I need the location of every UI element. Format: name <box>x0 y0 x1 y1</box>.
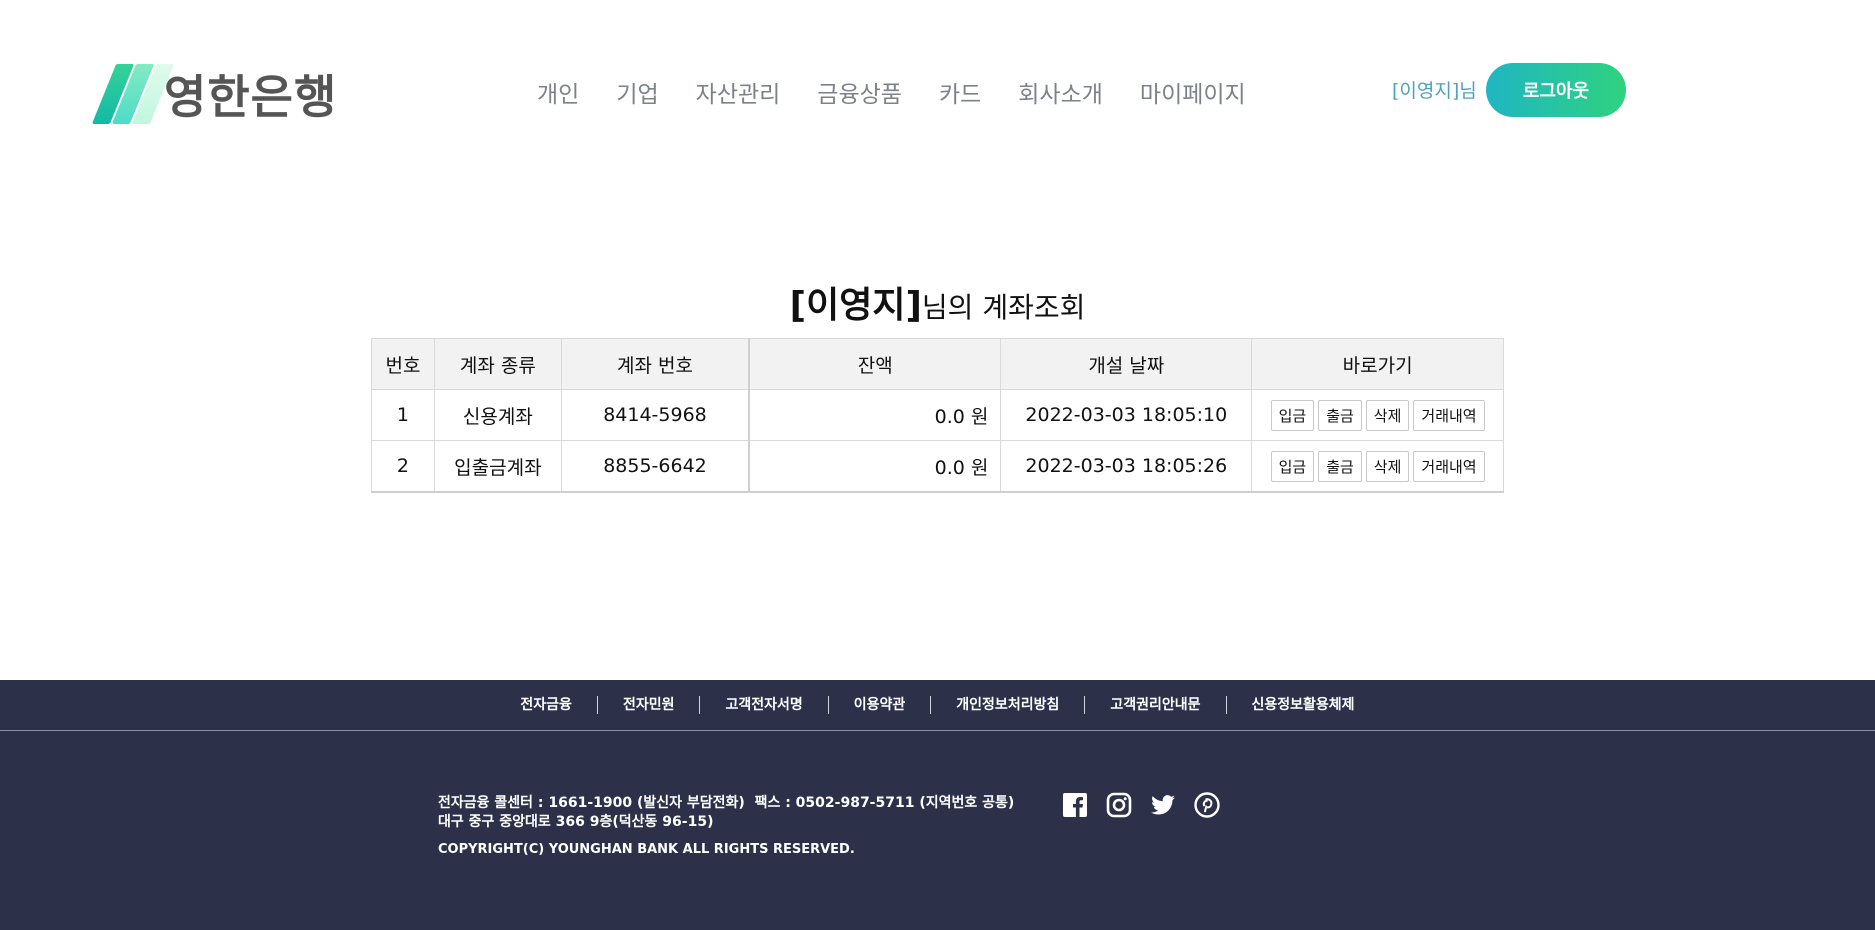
footer-links: 전자금융 전자민원 고객전자서명 이용약관 개인정보처리방침 고객권리안내문 신… <box>0 680 1875 731</box>
footer-link-e-signature[interactable]: 고객전자서명 <box>700 696 827 714</box>
deposit-button[interactable]: 입금 <box>1270 450 1315 482</box>
header-shortcuts: 바로가기 <box>1251 338 1504 390</box>
row-balance: 0.0 원 <box>748 389 1002 441</box>
deposit-button[interactable]: 입금 <box>1270 399 1315 431</box>
row-open-date: 2022-03-03 18:05:26 <box>1000 440 1253 493</box>
row-account-number: 8414-5968 <box>560 389 750 441</box>
footer: 전자금융 전자민원 고객전자서명 이용약관 개인정보처리방침 고객권리안내문 신… <box>0 680 1875 930</box>
pinterest-icon[interactable] <box>1194 792 1220 818</box>
footer-link-complaints[interactable]: 전자민원 <box>598 696 700 714</box>
withdraw-button[interactable]: 출금 <box>1318 399 1362 431</box>
nav-item-asset-management[interactable]: 자산관리 <box>696 80 781 110</box>
footer-info: 전자금융 콜센터 : 1661-1900 (발신자 부담전화) 팩스 : 050… <box>438 794 1014 859</box>
table-row: 2 입출금계좌 8855-6642 0.0 원 2022-03-03 18:05… <box>371 440 1504 493</box>
withdraw-button[interactable]: 출금 <box>1318 450 1362 482</box>
bank-logo[interactable]: 영한은행 <box>90 62 337 126</box>
row-no: 2 <box>371 440 435 493</box>
nav-item-business[interactable]: 기업 <box>616 80 658 110</box>
row-account-number: 8855-6642 <box>560 440 750 493</box>
footer-contact-line: 전자금융 콜센터 : 1661-1900 (발신자 부담전화) 팩스 : 050… <box>438 794 1014 813</box>
row-open-date: 2022-03-03 18:05:10 <box>1000 389 1253 441</box>
row-actions: 입금 출금 삭제 거래내역 <box>1251 440 1504 493</box>
user-name-label: [이영지]님 <box>1392 80 1477 102</box>
table-header-row: 번호 계좌 종류 계좌 번호 잔액 개설 날짜 바로가기 <box>371 338 1504 390</box>
instagram-icon[interactable] <box>1106 792 1132 818</box>
twitter-icon[interactable] <box>1150 792 1176 818</box>
nav-item-card[interactable]: 카드 <box>939 80 981 110</box>
header-account-type: 계좌 종류 <box>433 338 562 390</box>
footer-link-credit-info[interactable]: 신용정보활용체제 <box>1227 696 1380 714</box>
social-links <box>1062 792 1220 818</box>
page-title-name: [이영지] <box>789 285 922 326</box>
footer-link-customer-rights[interactable]: 고객권리안내문 <box>1085 696 1225 714</box>
header-open-date: 개설 날짜 <box>1000 338 1253 390</box>
nav-item-financial-products[interactable]: 금융상품 <box>817 80 902 110</box>
nav-item-company[interactable]: 회사소개 <box>1018 80 1103 110</box>
header-no: 번호 <box>371 338 435 390</box>
row-balance: 0.0 원 <box>748 440 1002 493</box>
facebook-icon[interactable] <box>1062 792 1088 818</box>
page-title: [이영지]님의 계좌조회 <box>0 276 1875 328</box>
header-account-number: 계좌 번호 <box>560 338 750 390</box>
row-account-type: 신용계좌 <box>433 389 562 441</box>
history-button[interactable]: 거래내역 <box>1413 399 1485 431</box>
nav-item-mypage[interactable]: 마이페이지 <box>1140 80 1246 110</box>
history-button[interactable]: 거래내역 <box>1413 450 1485 482</box>
footer-link-terms[interactable]: 이용약관 <box>829 696 931 714</box>
row-no: 1 <box>371 389 435 441</box>
logo-mark-icon <box>90 62 175 126</box>
main-nav: 개인 기업 자산관리 금융상품 카드 회사소개 마이페이지 <box>537 80 1283 110</box>
delete-button[interactable]: 삭제 <box>1365 450 1410 482</box>
account-table: 번호 계좌 종류 계좌 번호 잔액 개설 날짜 바로가기 1 신용계좌 8414… <box>371 338 1504 493</box>
page-title-suffix: 님의 계좌조회 <box>921 291 1086 324</box>
row-account-type: 입출금계좌 <box>433 440 562 493</box>
footer-link-privacy[interactable]: 개인정보처리방침 <box>931 696 1084 714</box>
footer-address: 대구 중구 중앙대로 366 9층(덕산동 96-15) <box>438 814 714 830</box>
logo-text: 영한은행 <box>164 70 338 124</box>
footer-callcenter: 전자금융 콜센터 : 1661-1900 (발신자 부담전화) <box>438 795 745 811</box>
footer-link-electronic-finance[interactable]: 전자금융 <box>495 696 597 714</box>
row-actions: 입금 출금 삭제 거래내역 <box>1251 389 1504 441</box>
delete-button[interactable]: 삭제 <box>1365 399 1410 431</box>
logout-button[interactable]: 로그아웃 <box>1486 63 1626 117</box>
footer-copyright: COPYRIGHT(C) YOUNGHAN BANK ALL RIGHTS RE… <box>438 842 855 857</box>
table-row: 1 신용계좌 8414-5968 0.0 원 2022-03-03 18:05:… <box>371 389 1504 441</box>
header-balance: 잔액 <box>748 338 1002 390</box>
nav-item-personal[interactable]: 개인 <box>537 80 579 110</box>
footer-fax: 팩스 : 0502-987-5711 (지역번호 공통) <box>754 795 1015 811</box>
